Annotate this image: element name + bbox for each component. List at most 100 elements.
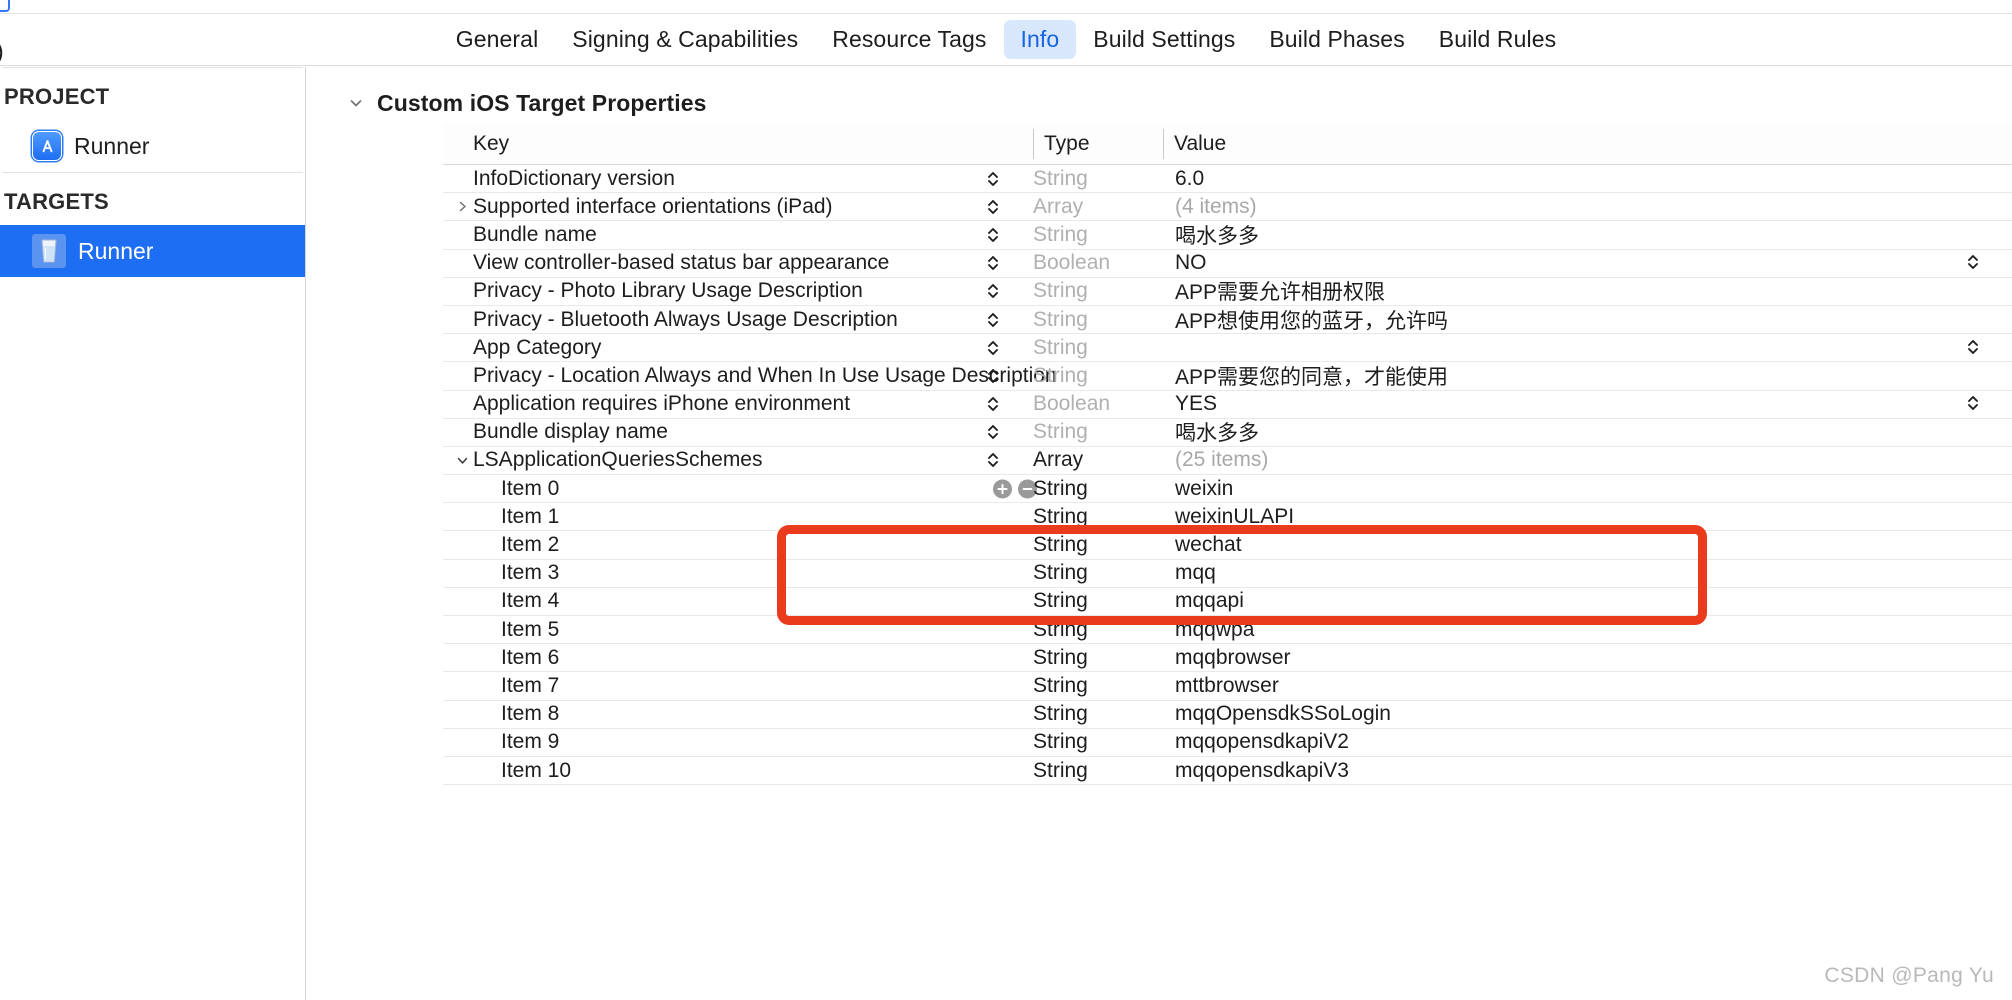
value-stepper-icon[interactable] <box>1966 393 1982 415</box>
cell-type[interactable]: String <box>1033 589 1163 613</box>
chevron-right-icon[interactable] <box>451 200 473 213</box>
table-row[interactable]: Item 7 String mttbrowser <box>443 672 2012 701</box>
cell-value[interactable]: weixinULAPI <box>1163 505 2012 529</box>
chevron-down-icon[interactable] <box>451 454 473 467</box>
cell-type[interactable]: String <box>988 308 1163 332</box>
table-row[interactable]: InfoDictionary version String 6.0 <box>443 165 2012 194</box>
cell-type[interactable]: String <box>988 420 1163 444</box>
cell-value[interactable]: 喝水多多 <box>1163 417 2012 447</box>
cell-value[interactable]: (25 items) <box>1163 448 2012 472</box>
table-row[interactable]: Item 1 String weixinULAPI <box>443 503 2012 532</box>
table-row[interactable]: Item 9 String mqqopensdkapiV2 <box>443 729 2012 757</box>
tab-build-phases[interactable]: Build Phases <box>1252 20 1421 59</box>
sidebar-item-project-runner[interactable]: Runner <box>0 120 305 172</box>
table-row[interactable]: Privacy - Photo Library Usage Descriptio… <box>443 278 2012 306</box>
cell-type[interactable]: String <box>1033 561 1163 585</box>
cell-value[interactable]: mqqapi <box>1163 589 2012 613</box>
cell-type[interactable]: Boolean <box>988 251 1163 275</box>
cell-type[interactable]: String <box>1033 477 1163 501</box>
cell-type[interactable]: String <box>1033 505 1163 529</box>
cell-type[interactable]: String <box>988 167 1163 191</box>
cell-value[interactable]: mqqbrowser <box>1163 646 2012 670</box>
cell-type[interactable]: Array <box>988 195 1163 219</box>
tab-signing-capabilities[interactable]: Signing & Capabilities <box>555 20 815 59</box>
custom-ios-target-properties-section-header[interactable]: Custom iOS Target Properties <box>307 67 2012 121</box>
cell-value[interactable]: weixin <box>1163 477 2012 501</box>
cell-value[interactable]: YES <box>1163 392 2012 416</box>
cell-value[interactable]: mqqopensdkapiV3 <box>1163 759 2012 783</box>
cell-value[interactable]: mqq <box>1163 561 2012 585</box>
table-row[interactable]: Bundle name String 喝水多多 <box>443 220 2012 250</box>
table-row[interactable]: Item 10 String mqqopensdkapiV3 <box>443 757 2012 786</box>
type-stepper-icon[interactable] <box>985 196 1001 218</box>
table-row[interactable]: App Category String <box>443 334 2012 363</box>
cell-value[interactable]: mqqopensdkapiV2 <box>1163 730 2012 754</box>
type-stepper-icon[interactable] <box>985 168 1001 190</box>
cell-value[interactable]: APP需要允许相册权限 <box>1163 276 2012 306</box>
table-row[interactable]: Item 2 String wechat <box>443 531 2012 560</box>
type-stepper-icon[interactable] <box>985 309 1001 331</box>
type-stepper-icon[interactable] <box>985 393 1001 415</box>
tab-general[interactable]: General <box>439 20 556 59</box>
table-row[interactable]: Privacy - Bluetooth Always Usage Descrip… <box>443 305 2012 335</box>
table-row[interactable]: Item 5 String mqqwpa <box>443 616 2012 645</box>
type-label: Array <box>1033 448 1084 472</box>
cell-value[interactable]: mttbrowser <box>1163 674 2012 698</box>
cell-type[interactable]: String <box>1033 759 1163 783</box>
table-row[interactable]: LSApplicationQueriesSchemes Array (25 item… <box>443 447 2012 476</box>
cell-type[interactable]: String <box>1033 618 1163 642</box>
table-row[interactable]: Item 3 String mqq <box>443 560 2012 588</box>
value-stepper-icon[interactable] <box>1966 337 1982 359</box>
cell-type[interactable]: String <box>988 364 1163 388</box>
cell-value[interactable]: NO <box>1163 251 2012 275</box>
type-stepper-icon[interactable] <box>985 365 1001 387</box>
type-stepper-icon[interactable] <box>985 449 1001 471</box>
column-header-key[interactable]: Key <box>443 132 1033 156</box>
cell-type[interactable]: String <box>1033 674 1163 698</box>
cell-value[interactable]: APP想使用您的蓝牙，允许吗 <box>1163 305 2012 335</box>
type-stepper-icon[interactable] <box>985 337 1001 359</box>
table-row[interactable]: Privacy - Location Always and When In Us… <box>443 361 2012 391</box>
type-stepper-icon[interactable] <box>985 224 1001 246</box>
table-row[interactable]: Bundle display name String 喝水多多 <box>443 419 2012 447</box>
column-header-type[interactable]: Type <box>1033 128 1163 159</box>
type-stepper-icon[interactable] <box>985 280 1001 302</box>
cell-type[interactable]: Boolean <box>988 392 1163 416</box>
cell-value[interactable]: wechat <box>1163 533 2012 557</box>
tab-info[interactable]: Info <box>1003 20 1077 59</box>
cell-type[interactable]: String <box>988 279 1163 303</box>
cell-value[interactable]: 6.0 <box>1163 167 2012 191</box>
table-row[interactable]: Item 6 String mqqbrowser <box>443 644 2012 673</box>
chevron-down-icon[interactable] <box>347 94 365 112</box>
cell-value[interactable]: mqqwpa <box>1163 618 2012 642</box>
add-item-icon[interactable] <box>993 479 1012 499</box>
table-row[interactable]: Supported interface orientations (iPad) A… <box>443 193 2012 222</box>
tab-build-settings[interactable]: Build Settings <box>1076 20 1252 59</box>
cell-type[interactable]: String <box>988 336 1163 360</box>
column-header-value[interactable]: Value <box>1163 128 2012 159</box>
cell-value[interactable]: mqqOpensdkSSoLogin <box>1163 702 2012 726</box>
sidebar-item-target-runner[interactable]: Runner <box>0 225 305 277</box>
cell-type[interactable]: String <box>1033 730 1163 754</box>
cell-type[interactable]: String <box>988 223 1163 247</box>
cell-value[interactable] <box>1163 337 2012 359</box>
cell-type[interactable]: Array <box>988 448 1163 472</box>
tab-build-rules[interactable]: Build Rules <box>1422 20 1573 59</box>
table-row[interactable]: Item 4 String mqqapi <box>443 588 2012 616</box>
cell-value[interactable]: APP需要您的同意，才能使用 <box>1163 361 2012 391</box>
cell-type[interactable]: String <box>1033 646 1163 670</box>
table-row[interactable]: Item 8 String mqqOpensdkSSoLogin <box>443 701 2012 729</box>
cell-value[interactable]: 喝水多多 <box>1163 220 2012 250</box>
type-stepper-icon[interactable] <box>985 421 1001 443</box>
cell-value[interactable]: (4 items) <box>1163 195 2012 219</box>
key-label: Privacy - Bluetooth Always Usage Descrip… <box>473 307 898 331</box>
tab-resource-tags[interactable]: Resource Tags <box>815 20 1003 59</box>
cell-type[interactable]: String <box>1033 702 1163 726</box>
value-stepper-icon[interactable] <box>1966 252 1982 274</box>
type-label: String <box>1033 533 1088 557</box>
cell-type[interactable]: String <box>1033 533 1163 557</box>
table-row[interactable]: View controller-based status bar appeara… <box>443 250 2012 278</box>
table-row[interactable]: Application requires iPhone environment B… <box>443 391 2012 419</box>
type-stepper-icon[interactable] <box>985 252 1001 274</box>
table-row[interactable]: Item 0 String weixin <box>443 475 2012 504</box>
